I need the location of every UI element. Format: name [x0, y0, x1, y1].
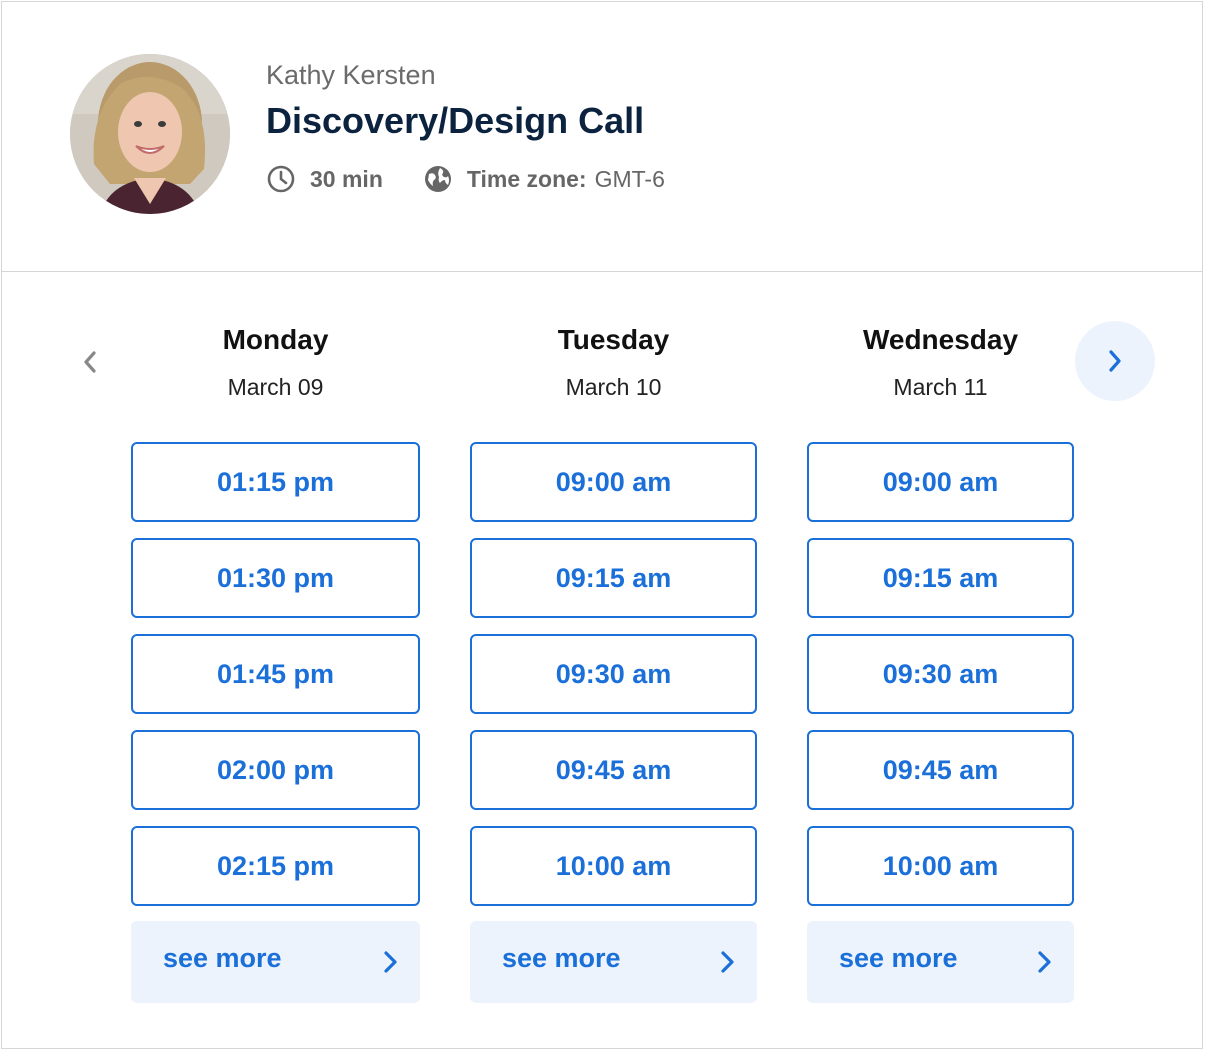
chevron-right-icon: [384, 951, 397, 973]
next-days-button[interactable]: [1075, 321, 1155, 401]
time-slot[interactable]: 09:45 am: [807, 730, 1074, 810]
see-more-button[interactable]: see more: [807, 921, 1074, 1003]
time-slot[interactable]: 09:30 am: [470, 634, 757, 714]
previous-days-button[interactable]: [70, 340, 110, 384]
chevron-left-icon: [84, 351, 96, 373]
time-slot[interactable]: 10:00 am: [470, 826, 757, 906]
time-slot[interactable]: 10:00 am: [807, 826, 1074, 906]
time-slot[interactable]: 09:45 am: [470, 730, 757, 810]
time-slot[interactable]: 09:15 am: [807, 538, 1074, 618]
globe-icon: [423, 164, 453, 194]
see-more-label: see more: [502, 943, 621, 973]
chevron-right-icon: [721, 951, 734, 973]
day-name: Tuesday: [557, 324, 670, 355]
time-slot[interactable]: 02:15 pm: [131, 826, 420, 906]
see-more-button[interactable]: see more: [470, 921, 757, 1003]
time-slot[interactable]: 01:30 pm: [131, 538, 420, 618]
see-more-button[interactable]: see more: [131, 921, 420, 1003]
see-more-label: see more: [839, 943, 958, 973]
time-slot[interactable]: 09:15 am: [470, 538, 757, 618]
event-meta: 30 min Time zone: GMT-6: [266, 162, 665, 196]
day-name: Monday: [222, 324, 329, 355]
time-slot[interactable]: 09:30 am: [807, 634, 1074, 714]
chevron-right-icon: [1038, 951, 1051, 973]
host-name: Kathy Kersten: [266, 60, 436, 90]
timezone-label: Time zone:: [466, 165, 587, 192]
clock-icon: [266, 164, 296, 194]
see-more-label: see more: [163, 943, 282, 973]
time-slot[interactable]: 09:00 am: [807, 442, 1074, 522]
time-slot[interactable]: 01:45 pm: [131, 634, 420, 714]
time-slot[interactable]: 09:00 am: [470, 442, 757, 522]
event-header: Kathy Kersten Discovery/Design Call 30 m…: [2, 2, 1202, 272]
host-avatar: [70, 54, 230, 214]
time-slot[interactable]: 01:15 pm: [131, 442, 420, 522]
day-date: March 11: [893, 374, 988, 400]
event-duration: 30 min: [310, 165, 383, 192]
booking-card: Kathy Kersten Discovery/Design Call 30 m…: [1, 1, 1203, 1049]
day-date: March 09: [227, 374, 324, 400]
timezone-value[interactable]: GMT-6: [595, 166, 665, 193]
event-title: Discovery/Design Call: [266, 100, 645, 141]
day-name: Wednesday: [862, 324, 1019, 355]
chevron-right-icon: [1109, 350, 1121, 372]
time-slot[interactable]: 02:00 pm: [131, 730, 420, 810]
day-date: March 10: [565, 374, 662, 400]
